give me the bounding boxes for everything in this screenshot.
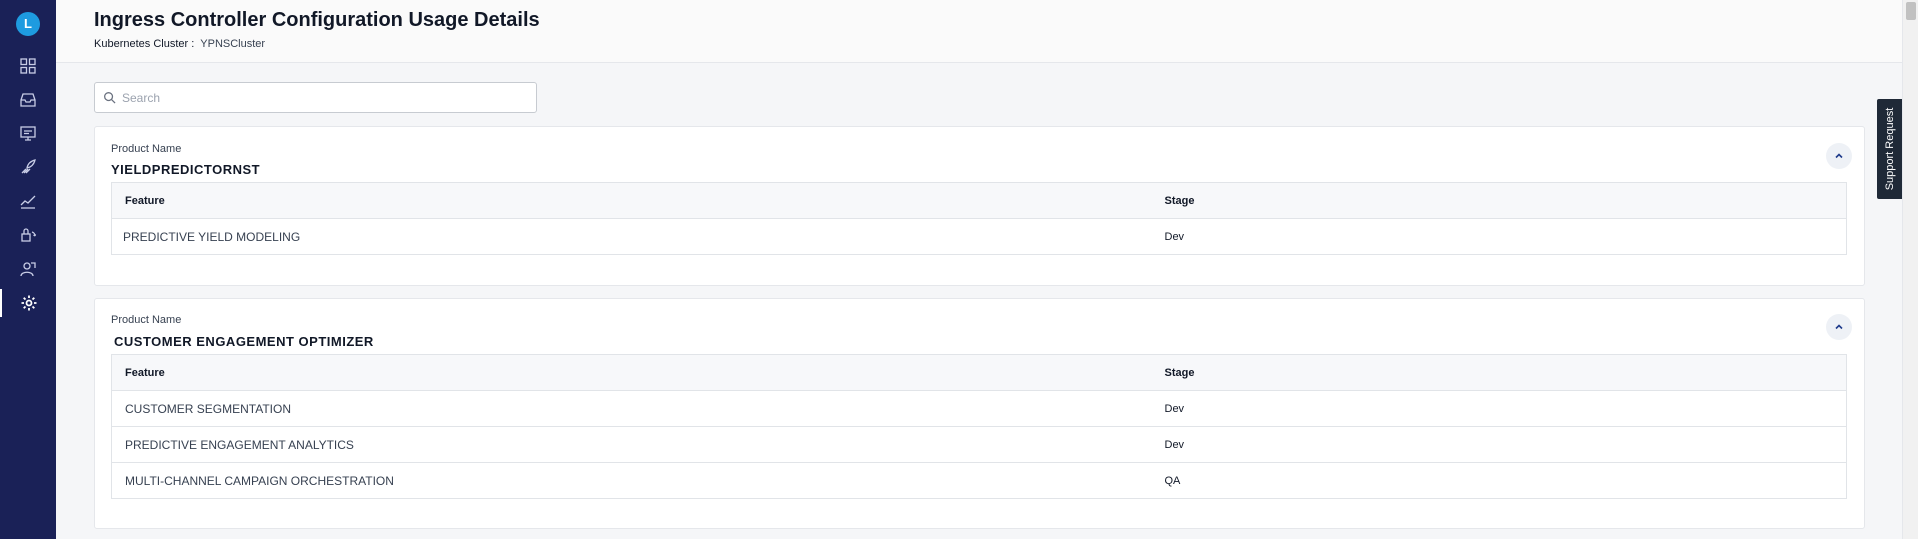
stage-cell: QA <box>1164 462 1847 499</box>
sidebar: L <box>0 0 56 539</box>
feature-cell: CUSTOMER SEGMENTATION <box>111 390 1165 427</box>
product-name: CUSTOMER ENGAGEMENT OPTIMIZER <box>114 334 374 349</box>
chevron-up-icon <box>1835 153 1843 159</box>
sidebar-item-security[interactable] <box>0 221 56 249</box>
dashboard-grid-icon <box>20 58 36 74</box>
sidebar-item-trends[interactable] <box>0 187 56 215</box>
sidebar-item-users[interactable] <box>0 255 56 283</box>
feature-table: Feature Stage CUSTOMER SEGMENTATION Dev … <box>111 354 1847 499</box>
inbox-tray-icon <box>20 93 36 107</box>
cluster-info: Kubernetes Cluster : YPNSCluster <box>94 38 265 50</box>
sidebar-item-inbox[interactable] <box>0 86 56 114</box>
column-header-feature: Feature <box>111 182 1165 219</box>
cluster-value: YPNSCluster <box>200 38 266 50</box>
table-row: PREDICTIVE YIELD MODELING Dev <box>111 218 1847 255</box>
sidebar-item-launch[interactable] <box>0 153 56 181</box>
stage-cell: Dev <box>1164 426 1847 463</box>
product-name-label: Product Name <box>111 314 182 326</box>
sidebar-item-dashboard[interactable] <box>0 52 56 80</box>
lock-refresh-icon <box>21 228 37 242</box>
monitor-chat-icon <box>20 126 36 141</box>
app-logo[interactable]: L <box>16 12 40 36</box>
column-header-stage: Stage <box>1164 182 1847 219</box>
product-name: YIELDPREDICTORNST <box>111 162 261 177</box>
product-card: Product Name YIELDPREDICTORNST Feature S… <box>94 126 1865 286</box>
person-chart-icon <box>20 262 36 277</box>
search-icon <box>104 92 116 104</box>
scrollbar-thumb[interactable] <box>1906 2 1916 20</box>
table-row: MULTI-CHANNEL CAMPAIGN ORCHESTRATION QA <box>111 462 1847 499</box>
search-input[interactable] <box>122 90 522 105</box>
collapse-button[interactable] <box>1826 314 1852 340</box>
stage-cell: Dev <box>1164 218 1847 255</box>
feature-cell: PREDICTIVE ENGAGEMENT ANALYTICS <box>111 426 1165 463</box>
collapse-button[interactable] <box>1826 143 1852 169</box>
column-header-stage: Stage <box>1164 354 1847 391</box>
support-request-label: Support Request <box>1884 107 1896 191</box>
gear-icon <box>21 295 37 311</box>
product-name-label: Product Name <box>111 143 182 155</box>
page-scrollbar[interactable] <box>1902 0 1918 539</box>
page-header: Ingress Controller Configuration Usage D… <box>56 0 1902 63</box>
chevron-up-icon <box>1835 324 1843 330</box>
table-row: PREDICTIVE ENGAGEMENT ANALYTICS Dev <box>111 426 1847 463</box>
trend-line-icon <box>20 195 36 209</box>
rocket-launch-icon <box>21 159 36 174</box>
table-row: CUSTOMER SEGMENTATION Dev <box>111 390 1847 427</box>
sidebar-item-settings[interactable] <box>0 289 56 317</box>
support-request-tab[interactable]: Support Request <box>1877 99 1903 199</box>
page-title: Ingress Controller Configuration Usage D… <box>94 9 540 31</box>
stage-cell: Dev <box>1164 390 1847 427</box>
cluster-label: Kubernetes Cluster : <box>94 38 195 50</box>
feature-cell: MULTI-CHANNEL CAMPAIGN ORCHESTRATION <box>111 462 1165 499</box>
feature-cell: PREDICTIVE YIELD MODELING <box>111 218 1165 255</box>
sidebar-item-monitor[interactable] <box>0 119 56 147</box>
product-card: Product Name CUSTOMER ENGAGEMENT OPTIMIZ… <box>94 298 1865 529</box>
column-header-feature: Feature <box>111 354 1165 391</box>
feature-table: Feature Stage PREDICTIVE YIELD MODELING … <box>111 182 1847 255</box>
search-field[interactable] <box>94 82 537 113</box>
